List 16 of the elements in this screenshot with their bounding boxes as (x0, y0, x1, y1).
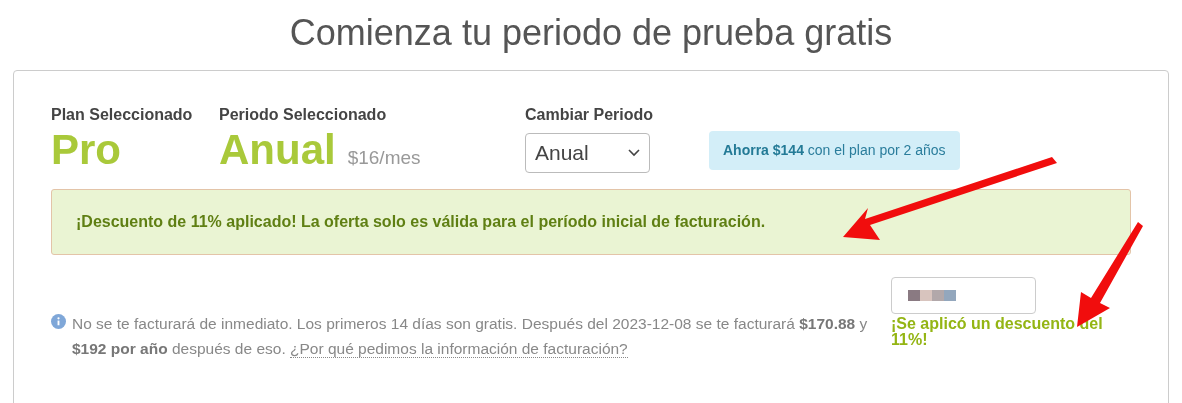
plan-name: Pro (51, 127, 122, 173)
billing-info-link[interactable]: ¿Por qué pedimos la información de facturación? (290, 340, 628, 358)
redacted-text-drawing (908, 290, 956, 301)
period-label: Periodo Seleccionado (219, 105, 388, 125)
chevron-down-icon (628, 149, 640, 157)
page-title: Comienza tu periodo de prueba gratis (288, 11, 894, 55)
monthly-price: $16/mes (347, 146, 421, 170)
period-name: Anual (219, 127, 336, 173)
plan-label: Plan Seleccionado (51, 105, 194, 125)
info-icon (51, 314, 66, 329)
discount-alert: ¡Descuento de 11% aplicado! La oferta solo es válida para el período inicial de facturación. (51, 189, 1131, 255)
billing-note: No se te facturará de inmediato. Los primeros 14 días son gratis. Después del 2023-12-08 se te facturará $170.88 y $192 por año después de eso. ¿Por qué pedimos la información de facturación? (72, 314, 869, 360)
coupon-field[interactable] (891, 277, 1036, 314)
period-select[interactable]: Anual (525, 133, 650, 173)
change-period-label: Cambiar Periodo (525, 105, 655, 125)
savings-badge: Ahorra $144 con el plan por 2 años (709, 131, 960, 170)
